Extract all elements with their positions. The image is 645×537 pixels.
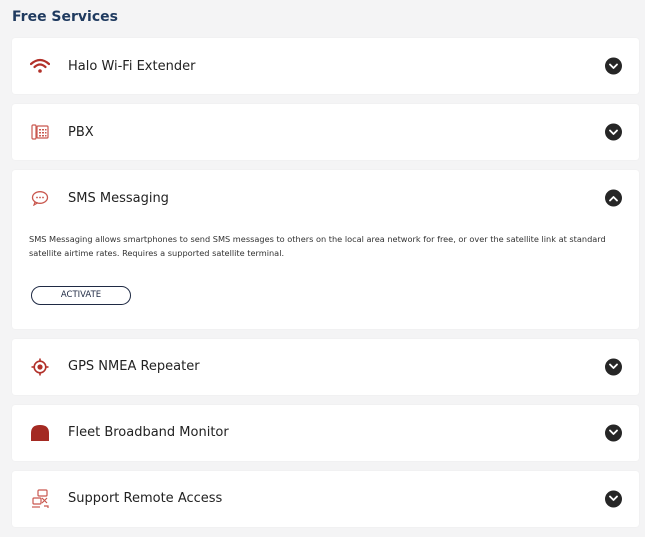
remote-support-icon (29, 488, 51, 510)
service-name: Halo Wi-Fi Extender (68, 58, 196, 74)
service-card-wifi-extender: Halo Wi-Fi Extender (12, 38, 639, 94)
gps-target-icon (29, 356, 51, 378)
chevron-down-icon[interactable] (605, 490, 622, 507)
service-name: SMS Messaging (68, 190, 169, 206)
wifi-icon (29, 55, 51, 77)
service-header-gps-nmea-repeater[interactable]: GPS NMEA Repeater (12, 339, 639, 395)
service-card-support-remote-access: Support Remote Access (12, 470, 639, 527)
service-name: Fleet Broadband Monitor (68, 425, 229, 440)
chevron-down-icon[interactable] (605, 123, 622, 141)
chevron-down-icon[interactable] (605, 358, 622, 375)
service-header-support-remote-access[interactable]: Support Remote Access (12, 471, 639, 527)
service-list: Halo Wi-Fi Extender PBX SMS Messaging SM… (12, 38, 639, 527)
chevron-down-icon[interactable] (605, 57, 622, 75)
service-details-sms-messaging: SMS Messaging allows smartphones to send… (12, 226, 639, 329)
service-description: SMS Messaging allows smartphones to send… (29, 234, 606, 258)
service-card-gps-nmea-repeater: GPS NMEA Repeater (12, 338, 639, 395)
service-name: PBX (68, 124, 94, 140)
section-title: Free Services (12, 9, 118, 25)
activate-button[interactable]: ACTIVATE (31, 285, 131, 305)
chevron-up-icon[interactable] (605, 189, 622, 207)
sms-bubble-icon (29, 187, 51, 209)
service-card-pbx: PBX (12, 104, 639, 160)
chevron-down-icon[interactable] (605, 424, 622, 441)
pbx-phone-icon (29, 121, 51, 143)
service-card-fleet-broadband-monitor: Fleet Broadband Monitor (12, 404, 639, 461)
fleet-broadband-icon (29, 422, 51, 444)
service-header-wifi-extender[interactable]: Halo Wi-Fi Extender (12, 38, 639, 94)
service-header-sms-messaging[interactable]: SMS Messaging (12, 170, 639, 226)
service-card-sms-messaging: SMS Messaging SMS Messaging allows smart… (12, 170, 639, 329)
service-name: GPS NMEA Repeater (68, 359, 200, 374)
free-services-page: Free Services Halo Wi-Fi Extender PBX SM… (0, 0, 645, 537)
service-header-pbx[interactable]: PBX (12, 104, 639, 160)
service-name: Support Remote Access (68, 491, 223, 506)
service-header-fleet-broadband-monitor[interactable]: Fleet Broadband Monitor (12, 405, 639, 461)
